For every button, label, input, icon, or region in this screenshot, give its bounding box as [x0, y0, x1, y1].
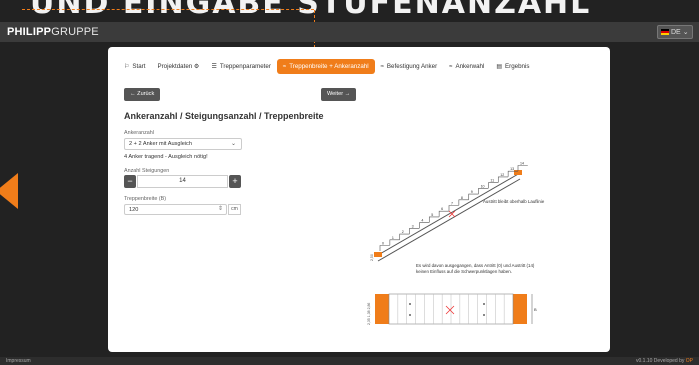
- stair-diagram: 01234567891011121314 2,50 B 2,35 1,38 2,…: [367, 162, 537, 326]
- steps-label: Anzahl Steigungen: [124, 168, 170, 174]
- flag-icon: ⚐: [124, 64, 130, 70]
- anchors-value: 2 + 2 Anker mit Ausgleich: [129, 141, 192, 147]
- plus-button[interactable]: +: [229, 175, 241, 188]
- anchor-icon: ≈: [380, 63, 384, 70]
- stair-step: [379, 245, 390, 251]
- page-title: Ankeranzahl / Steigungsanzahl / Treppenb…: [124, 111, 324, 121]
- step-number-label: 12: [500, 173, 504, 177]
- language-value: DE: [671, 29, 681, 36]
- stair-step: [488, 182, 499, 189]
- stair-step: [399, 233, 410, 240]
- steps-input[interactable]: 14: [137, 175, 228, 188]
- tab-treppenbreite-ankeranzahl[interactable]: ≈ Treppenbreite + Ankeranzahl: [276, 59, 375, 74]
- app-header: PHILIPPGRUPPE DE ⌄: [0, 22, 699, 42]
- step-number-label: 10: [481, 184, 485, 188]
- plan-anchor-dot: [483, 303, 485, 305]
- next-button[interactable]: Weiter →: [321, 88, 357, 101]
- step-number-label: 2: [402, 230, 404, 234]
- step-number-label: 4: [421, 219, 423, 223]
- anchor-icon: ≈: [282, 63, 287, 70]
- stair-step: [389, 239, 400, 246]
- note-assumption-2: keinen Einfluss auf die Schwerpunktlagen…: [416, 269, 512, 274]
- plan-anchor-dot: [483, 314, 485, 316]
- anchors-label: Ankeranzahl: [124, 130, 154, 136]
- stair-step: [438, 210, 449, 217]
- stair-stringer-line: [377, 172, 521, 256]
- language-select[interactable]: DE ⌄: [657, 25, 693, 39]
- tab-start[interactable]: ⚐ Start: [118, 59, 151, 74]
- width-input[interactable]: 120 ⇕: [124, 204, 227, 215]
- note-exit: Austritt bleibt oberhalb Lauflinie: [483, 199, 545, 204]
- step-number-label: 8: [461, 196, 463, 200]
- stair-step: [428, 216, 440, 223]
- stair-step: [458, 199, 469, 206]
- stair-step: [409, 228, 420, 234]
- stair-step: [448, 205, 459, 211]
- spinner-icon[interactable]: ⇕: [218, 205, 223, 212]
- plan-anchor-dot: [409, 303, 411, 305]
- stair-step: [419, 222, 430, 229]
- plan-foot-anchor: [375, 294, 389, 324]
- banner-title: UND EINGABE STUFENANZAHL: [30, 0, 592, 21]
- main-card: ⚐ Start Projektdaten ⚙ ☰ Treppenparameter …: [108, 47, 610, 352]
- step-tabs: ⚐ Start Projektdaten ⚙ ☰ Treppenparameter …: [118, 59, 535, 75]
- impressum-link[interactable]: Impressum: [6, 358, 31, 364]
- foot-anchor-icon: [374, 252, 382, 257]
- anchors-select[interactable]: 2 + 2 Anker mit Ausgleich ⌄: [124, 138, 242, 150]
- anchor-icon: ≈: [449, 63, 453, 70]
- tab-ergebnis[interactable]: ▤ Ergebnis: [490, 59, 535, 74]
- step-number-label: 13: [510, 167, 514, 171]
- width-unit: cm: [228, 204, 241, 215]
- document-icon: ▤: [496, 64, 502, 70]
- plan-dimension-label: 2,35 1,38 2,86: [367, 303, 371, 325]
- german-flag-icon: [661, 29, 669, 36]
- stair-step: [468, 193, 479, 200]
- tab-projektdaten[interactable]: Projektdaten ⚙: [151, 59, 205, 74]
- anchors-hint: 4 Anker tragend - Ausgleich nötig!: [124, 154, 208, 160]
- step-number-label: 6: [441, 207, 443, 211]
- stair-step: [478, 188, 489, 194]
- width-value: 120: [129, 207, 139, 213]
- side-arrow-icon: [0, 173, 18, 209]
- chevron-down-icon: ⌄: [230, 141, 236, 147]
- tab-treppenparameter[interactable]: ☰ Treppenparameter: [205, 59, 276, 74]
- step-number-label: 14: [520, 162, 524, 166]
- footer: Impressum v0.1.10 Developed by OP: [0, 357, 699, 365]
- back-button[interactable]: ← Zurück: [124, 88, 161, 101]
- step-number-label: 1: [392, 236, 394, 240]
- stage: UND EINGABE STUFENANZAHL PHILIPPGRUPPE D…: [0, 0, 699, 365]
- footer-version: v0.1.10 Developed by OP: [636, 358, 693, 364]
- tab-ankerwahl[interactable]: ≈ Ankerwahl: [443, 59, 490, 74]
- stair-steps: 01234567891011121314: [379, 162, 528, 251]
- list-icon: ☰: [211, 64, 217, 70]
- side-dimension-label: 2,50: [370, 254, 374, 261]
- tab-befestigung-anker[interactable]: ≈ Befestigung Anker: [375, 59, 444, 74]
- step-number-label: 9: [471, 190, 473, 194]
- step-number-label: 7: [451, 202, 453, 206]
- steps-stepper: − 14 +: [124, 175, 241, 188]
- callout-dash-horizontal: [22, 9, 314, 10]
- brand-logo[interactable]: PHILIPPGRUPPE: [7, 26, 99, 38]
- width-label: Treppenbreite (B): [124, 196, 167, 202]
- plan-anchor-dot: [409, 314, 411, 316]
- minus-button[interactable]: −: [124, 175, 136, 188]
- plan-view: B 2,35 1,38 2,86: [367, 293, 537, 325]
- stair-stringer-lower: [377, 178, 521, 262]
- plan-width-label: B: [534, 307, 537, 312]
- step-number-label: 11: [490, 179, 494, 183]
- plan-head-anchor: [513, 294, 527, 324]
- step-number-label: 0: [382, 242, 384, 246]
- stair-step: [497, 176, 509, 183]
- step-number-label: 3: [412, 224, 414, 228]
- chevron-down-icon: ⌄: [682, 29, 689, 36]
- step-number-label: 5: [431, 213, 433, 217]
